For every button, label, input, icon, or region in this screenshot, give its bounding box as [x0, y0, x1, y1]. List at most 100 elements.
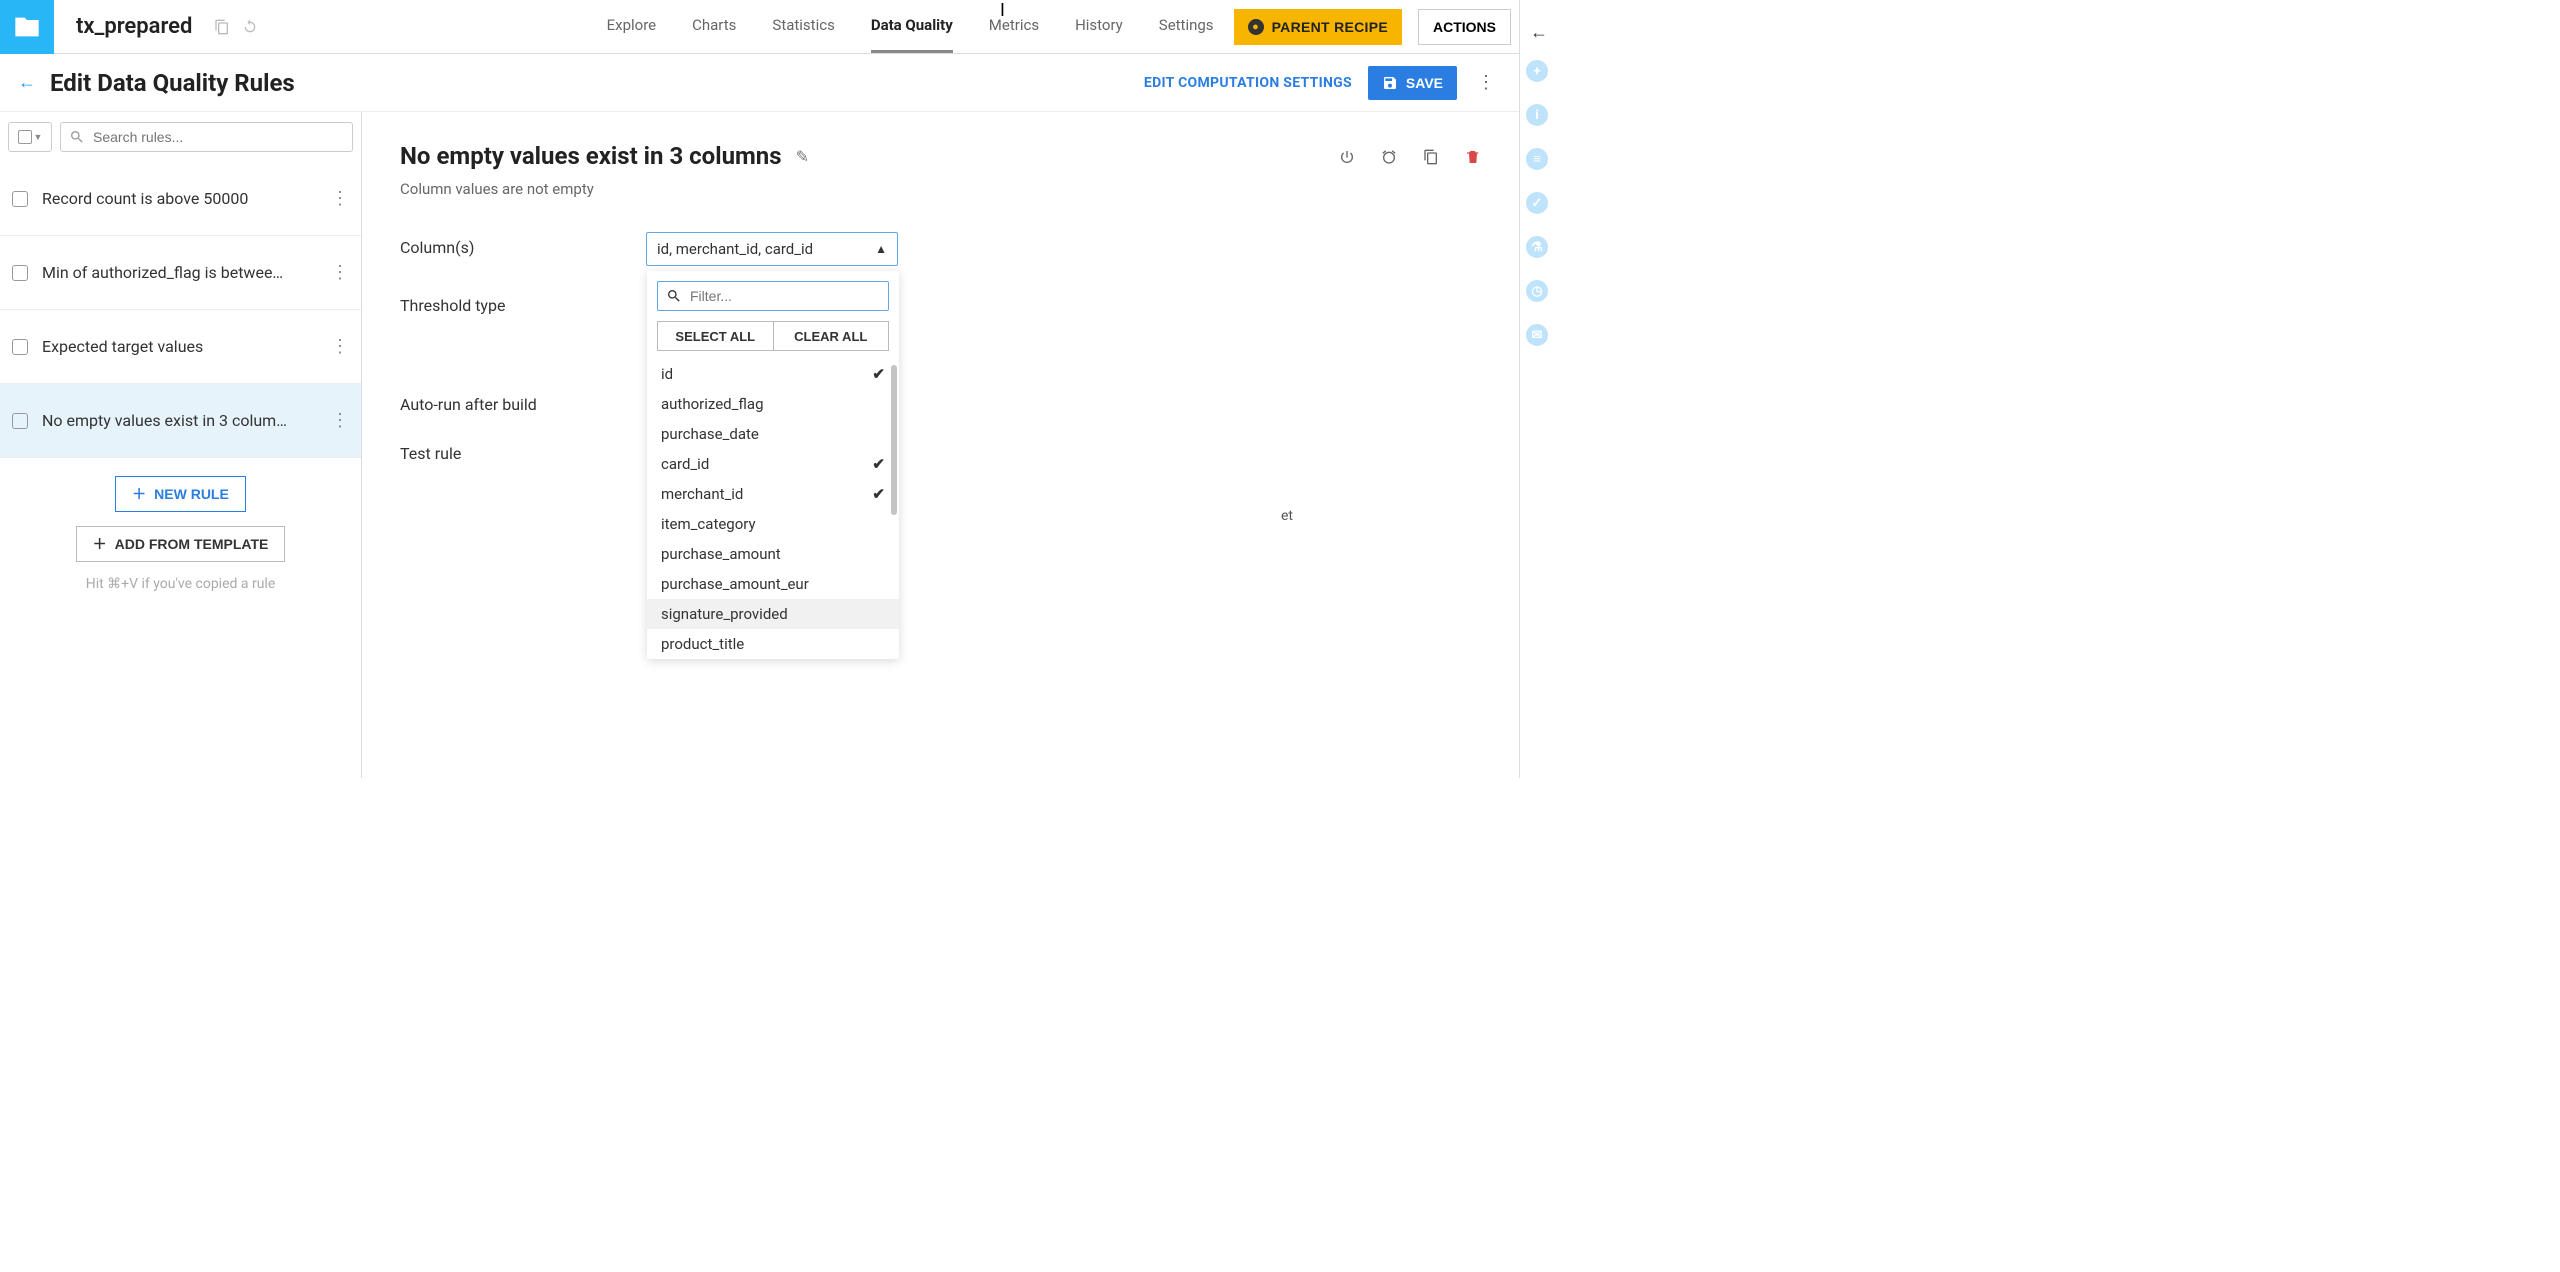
plus-icon: ＋ [132, 484, 146, 504]
copy-icon[interactable] [214, 18, 230, 34]
plus-icon: ＋ [93, 534, 107, 554]
dropdown-item[interactable]: merchant_id ✔ [647, 479, 899, 509]
dropdown-item[interactable]: purchase_date [647, 419, 899, 449]
nav-settings[interactable]: Settings [1159, 0, 1214, 53]
rail-list-icon[interactable]: ≡ [1526, 148, 1548, 170]
dropdown-item-label: merchant_id [661, 485, 743, 503]
power-icon[interactable] [1339, 146, 1355, 167]
rail-check-icon[interactable]: ✓ [1526, 192, 1548, 214]
rule-menu-icon[interactable]: ⋮ [331, 336, 349, 357]
nav-history[interactable]: History [1075, 0, 1123, 53]
dropdown-item-label: authorized_flag [661, 395, 764, 413]
threshold-label: Threshold type [400, 290, 646, 315]
add-from-template-button[interactable]: ＋ ADD FROM TEMPLATE [76, 526, 286, 562]
duplicate-icon[interactable] [1423, 146, 1439, 167]
rules-panel: ▼ Record count is above 50000 ⋮ Min of a… [0, 112, 362, 778]
dropdown-item-label: purchase_amount_eur [661, 575, 809, 593]
rule-checkbox[interactable] [12, 265, 28, 281]
add-template-label: ADD FROM TEMPLATE [115, 536, 269, 552]
dropdown-item[interactable]: card_id ✔ [647, 449, 899, 479]
collapse-rail-icon[interactable]: ← [1530, 22, 1548, 43]
search-icon [666, 288, 682, 304]
dropdown-item-label: id [661, 365, 673, 383]
rule-item[interactable]: Record count is above 50000 ⋮ [0, 162, 361, 236]
parent-recipe-button[interactable]: ● PARENT RECIPE [1234, 9, 1402, 45]
back-arrow-icon[interactable]: ← [18, 72, 36, 93]
search-rules-field[interactable] [93, 129, 344, 145]
rule-item[interactable]: Expected target values ⋮ [0, 310, 361, 384]
nav-metrics[interactable]: Metrics [989, 0, 1039, 53]
dropdown-item-label: card_id [661, 455, 709, 473]
dataset-icon[interactable] [0, 0, 54, 54]
rule-title: No empty values exist in 3 columns [400, 142, 782, 170]
autorun-label: Auto-run after build [400, 389, 646, 414]
rule-checkbox[interactable] [12, 339, 28, 355]
rule-item[interactable]: No empty values exist in 3 colum… ⋮ [0, 384, 361, 458]
rule-editor: No empty values exist in 3 columns ✎ Col… [362, 112, 1519, 778]
top-nav: Explore Charts Statistics Data Quality M… [595, 0, 1226, 53]
dropdown-filter-input[interactable] [690, 288, 880, 304]
select-all-dropdown[interactable]: ▼ [8, 122, 52, 152]
dropdown-item[interactable]: id ✔ [647, 359, 899, 389]
rule-label: Record count is above 50000 [42, 189, 317, 208]
scrollbar-thumb[interactable] [891, 365, 897, 515]
rule-menu-icon[interactable]: ⋮ [331, 410, 349, 431]
dropdown-item-label: purchase_amount [661, 545, 781, 563]
rail-add-icon[interactable]: + [1526, 60, 1548, 82]
delete-icon[interactable] [1465, 146, 1481, 167]
dropdown-item-label: signature_provided [661, 605, 788, 623]
rule-checkbox[interactable] [12, 413, 28, 429]
dropdown-item[interactable]: item_category [647, 509, 899, 539]
dropdown-filter[interactable] [657, 281, 889, 311]
rule-menu-icon[interactable]: ⋮ [331, 188, 349, 209]
dropdown-item[interactable]: purchase_amount_eur [647, 569, 899, 599]
rule-subtitle: Column values are not empty [400, 180, 1481, 198]
dropdown-item-label: purchase_date [661, 425, 759, 443]
rail-chat-icon[interactable]: ✉ [1526, 324, 1548, 346]
caret-up-icon: ▲ [875, 242, 887, 256]
save-label: SAVE [1406, 75, 1443, 91]
check-icon: ✔ [872, 365, 885, 383]
dropdown-item[interactable]: product_title [647, 629, 899, 659]
refresh-icon[interactable] [242, 18, 258, 34]
nav-charts[interactable]: Charts [692, 0, 736, 53]
rule-label: Expected target values [42, 337, 317, 356]
check-icon: ✔ [872, 455, 885, 473]
alarm-icon[interactable] [1381, 146, 1397, 167]
save-button[interactable]: SAVE [1368, 66, 1457, 100]
sub-header: ← Edit Data Quality Rules EDIT COMPUTATI… [0, 54, 1519, 112]
search-icon [69, 129, 85, 145]
rail-info-icon[interactable]: i [1526, 104, 1548, 126]
columns-combo[interactable]: id, merchant_id, card_id ▲ SELECT ALL [646, 232, 898, 266]
select-all-button[interactable]: SELECT ALL [657, 321, 773, 351]
dropdown-item-label: product_title [661, 635, 744, 653]
actions-button[interactable]: ACTIONS [1418, 9, 1511, 45]
dropdown-item[interactable]: authorized_flag [647, 389, 899, 419]
columns-dropdown: SELECT ALL CLEAR ALL id ✔ authorized_flagp… [647, 271, 899, 659]
rule-checkbox[interactable] [12, 191, 28, 207]
paste-hint: Hit ⌘+V if you've copied a rule [86, 576, 276, 592]
page-menu-icon[interactable]: ⋮ [1473, 72, 1499, 93]
truncated-text: et [1281, 508, 1293, 524]
new-rule-button[interactable]: ＋ NEW RULE [115, 476, 246, 512]
recipe-dot-icon: ● [1248, 19, 1264, 35]
dropdown-item[interactable]: signature_provided [647, 599, 899, 629]
rule-menu-icon[interactable]: ⋮ [331, 262, 349, 283]
rail-clock-icon[interactable]: ◷ [1526, 280, 1548, 302]
search-rules-input[interactable] [60, 122, 353, 152]
test-rule-label: Test rule [400, 438, 646, 463]
nav-data-quality[interactable]: Data Quality [871, 0, 953, 53]
clear-all-button[interactable]: CLEAR ALL [773, 321, 890, 351]
check-icon: ✔ [872, 485, 885, 503]
rule-label: Min of authorized_flag is betwee… [42, 263, 317, 282]
nav-statistics[interactable]: Statistics [772, 0, 834, 53]
columns-label: Column(s) [400, 232, 646, 257]
rail-lab-icon[interactable]: ⚗ [1526, 236, 1548, 258]
mouse-cursor-icon: I [1000, 0, 1005, 21]
edit-title-icon[interactable]: ✎ [796, 147, 809, 166]
nav-explore[interactable]: Explore [607, 0, 657, 53]
top-bar: tx_prepared Explore Charts Statistics Da… [0, 0, 1519, 54]
rule-item[interactable]: Min of authorized_flag is betwee… ⋮ [0, 236, 361, 310]
edit-computation-settings-link[interactable]: EDIT COMPUTATION SETTINGS [1144, 75, 1352, 91]
dropdown-item[interactable]: purchase_amount [647, 539, 899, 569]
